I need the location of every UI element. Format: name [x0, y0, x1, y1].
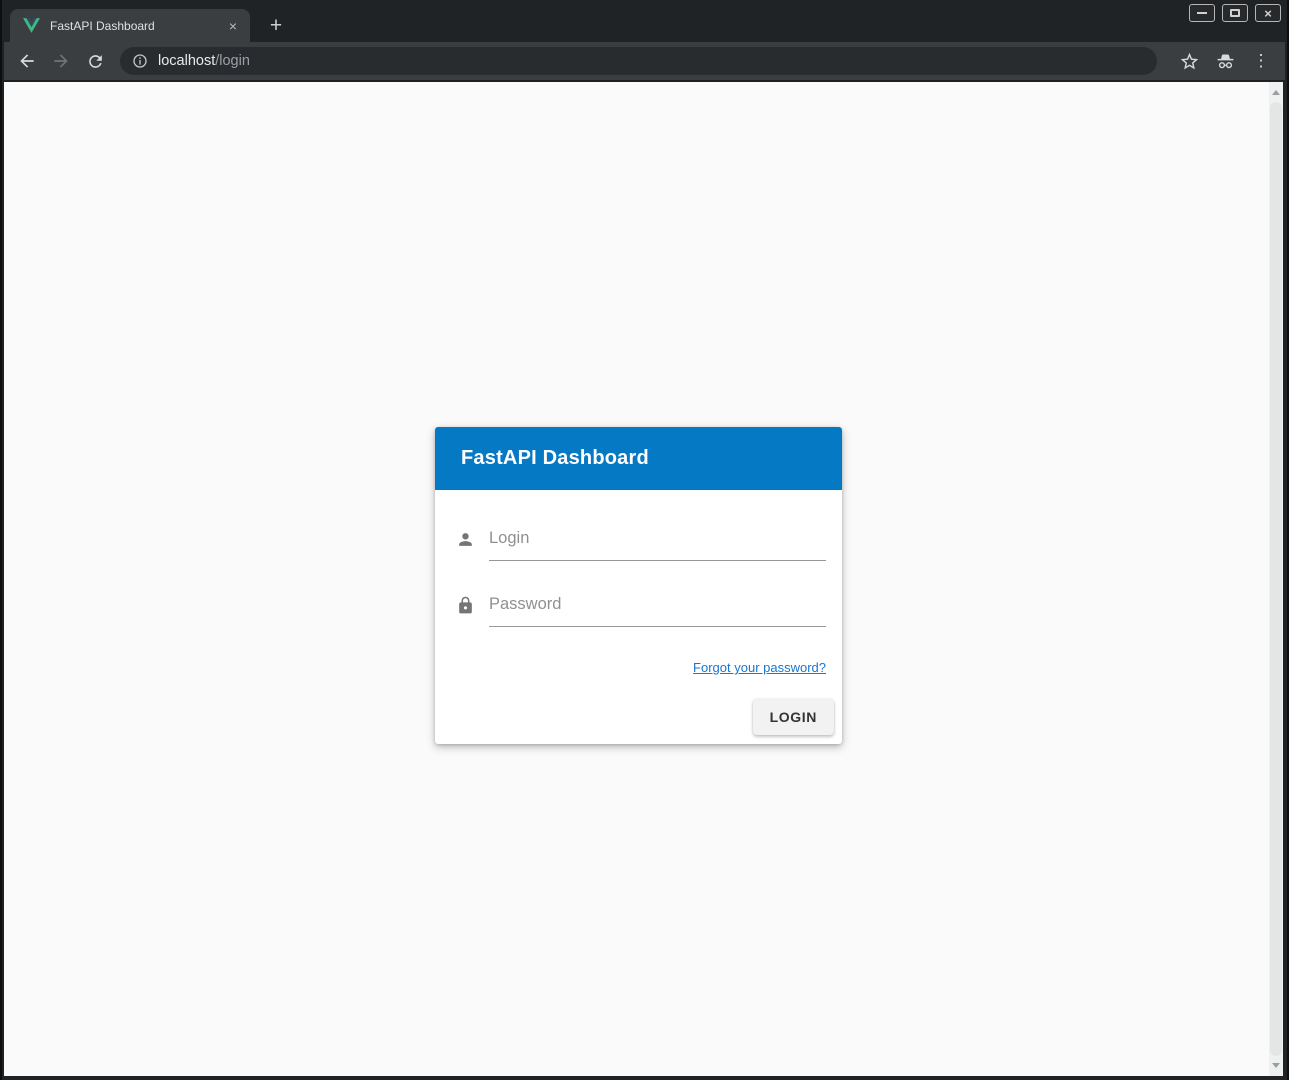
arrow-left-icon [17, 51, 37, 71]
back-button[interactable] [10, 44, 44, 78]
login-card-title: FastAPI Dashboard [461, 447, 649, 470]
page-viewport: FastAPI Dashboard Forgot your passwo [4, 82, 1283, 1076]
kebab-menu-icon: ⋮ [1253, 51, 1270, 71]
close-button[interactable]: × [1255, 4, 1281, 22]
vue-logo-icon [23, 18, 40, 33]
vertical-scrollbar[interactable] [1269, 82, 1283, 1076]
minimize-icon [1197, 12, 1207, 14]
url-path: /login [215, 53, 250, 69]
forward-button[interactable] [44, 44, 78, 78]
lock-icon [456, 596, 475, 615]
forgot-password-link[interactable]: Forgot your password? [693, 660, 826, 675]
password-field-row [456, 593, 826, 627]
page-info-icon[interactable] [132, 53, 148, 69]
incognito-indicator [1210, 46, 1240, 76]
url-text[interactable]: localhost/login [158, 53, 250, 69]
incognito-icon [1215, 51, 1236, 72]
minimize-button[interactable] [1189, 4, 1215, 22]
star-icon [1179, 51, 1200, 72]
close-icon: × [1264, 7, 1272, 20]
arrow-right-icon [51, 51, 71, 71]
login-card-header: FastAPI Dashboard [435, 427, 842, 490]
tab-strip: FastAPI Dashboard × + × [2, 0, 1287, 42]
login-field-row [456, 527, 826, 561]
login-button[interactable]: LOGIN [753, 699, 834, 735]
login-card-body: Forgot your password? LOGIN [435, 490, 842, 744]
scroll-up-icon[interactable] [1272, 90, 1280, 95]
scroll-down-icon[interactable] [1272, 1063, 1280, 1068]
forgot-password-row: Forgot your password? [456, 659, 826, 677]
address-bar[interactable]: localhost/login [120, 47, 1157, 75]
tab-title: FastAPI Dashboard [50, 19, 224, 33]
login-card: FastAPI Dashboard Forgot your passwo [435, 427, 842, 744]
new-tab-button[interactable]: + [262, 12, 290, 40]
tab-close-icon[interactable]: × [224, 17, 242, 35]
person-icon [456, 530, 475, 549]
browser-menu-button[interactable]: ⋮ [1246, 46, 1276, 76]
tab-fastapi-dashboard[interactable]: FastAPI Dashboard × [10, 9, 250, 42]
maximize-icon [1230, 9, 1240, 17]
url-host: localhost [158, 53, 215, 69]
password-input[interactable] [489, 593, 826, 627]
card-actions: LOGIN [456, 699, 834, 744]
window-controls: × [1189, 4, 1281, 22]
scrollbar-thumb[interactable] [1270, 102, 1282, 1056]
reload-button[interactable] [78, 44, 112, 78]
reload-icon [86, 52, 105, 71]
bookmark-button[interactable] [1174, 46, 1204, 76]
browser-toolbar: localhost/login ⋮ [4, 42, 1285, 81]
login-input[interactable] [489, 527, 826, 561]
maximize-button[interactable] [1222, 4, 1248, 22]
browser-window: FastAPI Dashboard × + × [0, 0, 1289, 1080]
